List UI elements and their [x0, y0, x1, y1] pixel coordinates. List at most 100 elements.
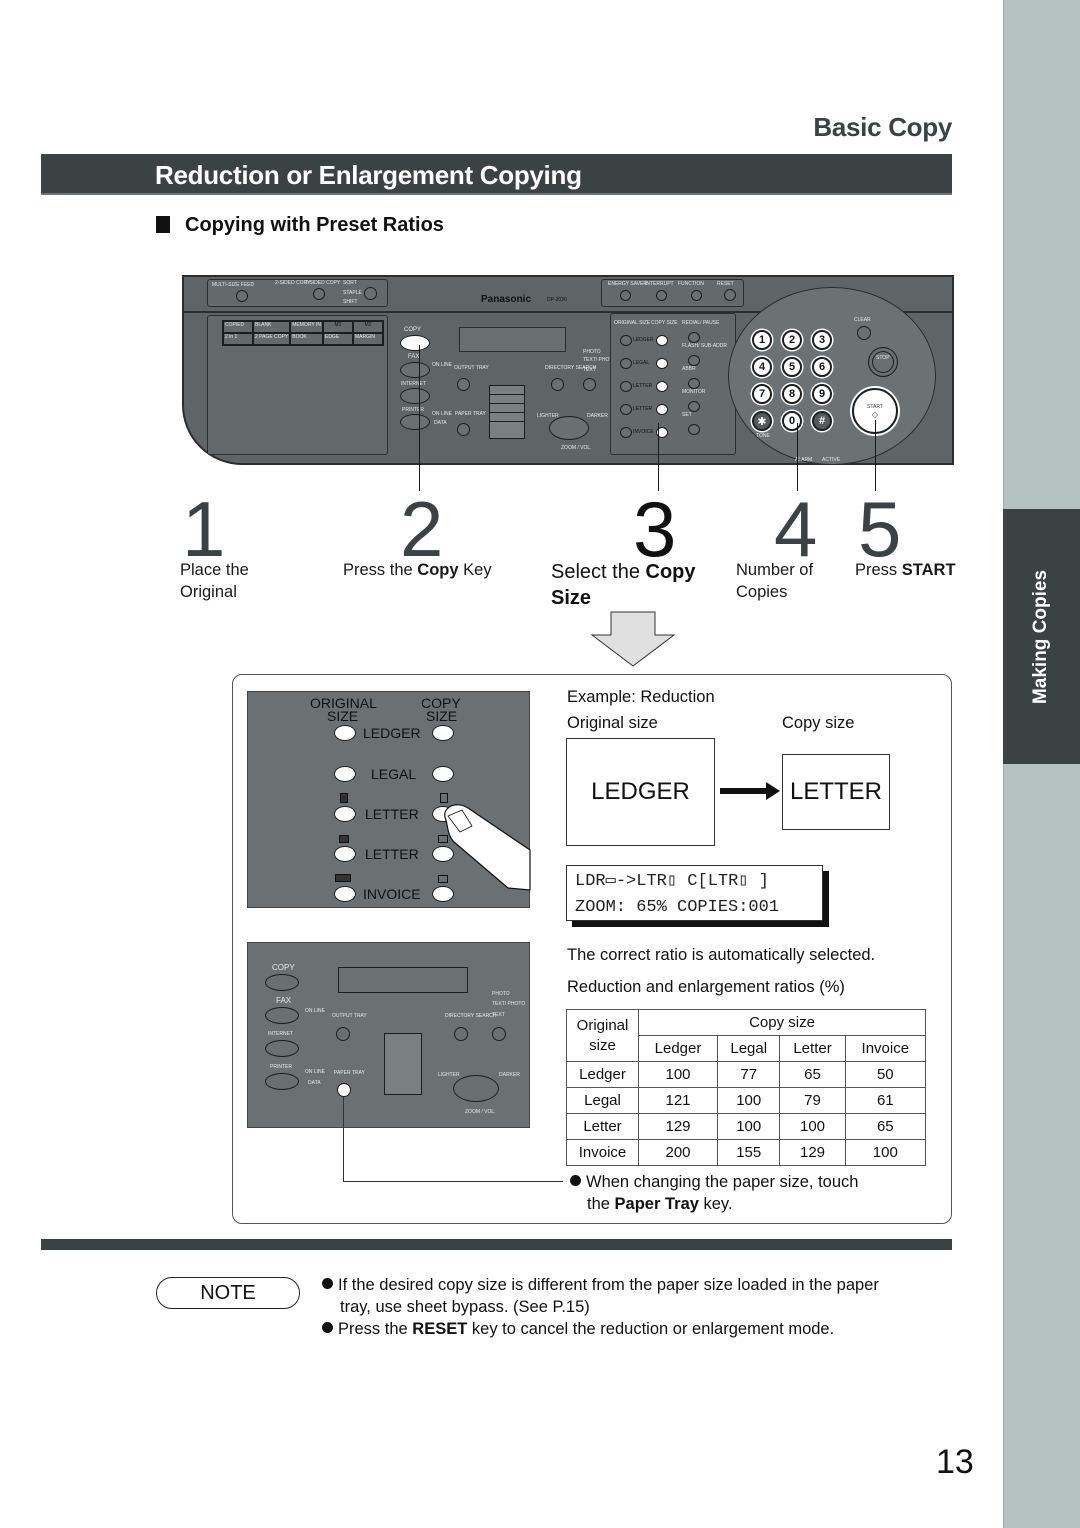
ratio-cell: 100	[717, 1113, 781, 1140]
brand-logo: Panasonic	[481, 294, 532, 305]
printer-online-label: ON LINE	[432, 411, 453, 417]
photo-label: PHOTO	[583, 349, 601, 355]
ratio-cell: 100	[779, 1113, 846, 1140]
one-sided-label: 1-SIDED COPY	[305, 280, 341, 286]
step-2-pre: Press the	[343, 561, 418, 579]
function-label: FUNCTION	[678, 281, 704, 287]
ratio-table-body: Ledger 100 77 65 50 Legal 121 100 79 61 Letter 129 1…	[566, 1061, 927, 1166]
paper-portrait-icon	[340, 793, 348, 803]
example-copy-label: Copy size	[782, 714, 855, 732]
sp-photo-label: PHOTO	[492, 991, 510, 997]
sp-fax-key	[265, 1007, 299, 1024]
reset-key	[724, 289, 736, 301]
model-label: DP-2030	[547, 297, 567, 303]
step-2-number: 2	[400, 485, 444, 573]
original-legal-key	[334, 766, 356, 782]
note-item-2: Press the RESET key to cancel the reduct…	[322, 1318, 834, 1340]
sp-directory-key	[454, 1027, 468, 1041]
note-1-line2: tray, use sheet bypass. (See P.15)	[340, 1298, 590, 1316]
letter-label: LETTER	[365, 806, 419, 822]
sp-paper-tray-label: PAPER TRAY	[334, 1070, 365, 1076]
sp-directory-label: DIRECTORY SEARCH	[445, 1013, 497, 1019]
key-6: 6	[812, 357, 832, 377]
right-arrow-icon	[720, 788, 770, 794]
row-label: Letter	[566, 1113, 639, 1140]
copy-size-label2: SIZE	[426, 708, 458, 724]
sp-copy-label: COPY	[272, 963, 295, 972]
tone-label: TONE	[756, 433, 770, 439]
ratio-cell: 200	[637, 1139, 719, 1166]
side-strip	[1003, 0, 1080, 1528]
key-3: 3	[812, 330, 832, 350]
monitor-key	[688, 401, 700, 412]
step-3-number: 3	[633, 485, 677, 573]
sp-printer-key	[265, 1073, 299, 1090]
step-3-label: Select the Copy Size	[551, 559, 696, 611]
sp-output-tray-key	[336, 1027, 350, 1041]
lcd-display: LDR▭->LTR▯ C[LTR▯ ] ZOOM: 65% COPIES:001	[566, 865, 823, 921]
bullet-icon	[322, 1322, 333, 1333]
ratio-cell: 79	[779, 1087, 846, 1114]
row-label: Ledger	[566, 1061, 639, 1088]
paper-tray-callout-vertical	[343, 1097, 344, 1181]
paper-invoice-icon	[335, 874, 351, 882]
original-size-label: ORIGINAL SIZE	[614, 320, 651, 326]
sp-copier-icon	[384, 1033, 422, 1095]
original-letter-r-key	[334, 846, 356, 862]
example-original-box: LEDGER	[566, 738, 715, 846]
m2-key: M2	[352, 321, 383, 333]
ratio-cell: 65	[844, 1113, 927, 1140]
sort-label: SORT	[343, 280, 357, 286]
output-tray-label: OUTPUT TRAY	[454, 365, 489, 371]
right-arrow-head-icon	[766, 782, 780, 800]
key-4: 4	[752, 357, 772, 377]
density-dial	[549, 416, 589, 440]
callout-keypad	[797, 423, 798, 491]
copy-label: COPY	[404, 327, 422, 333]
lcd-line-2: ZOOM: 65% COPIES:001	[575, 898, 780, 917]
printer-key	[400, 414, 430, 430]
sp-lighter-label: LIGHTER	[438, 1072, 460, 1078]
step-2-post: Key	[458, 561, 492, 579]
copy-legal-key	[432, 766, 454, 782]
flash-key	[688, 355, 700, 366]
margin-key: MARGIN	[352, 333, 383, 345]
sort-key	[364, 287, 377, 300]
paper-tray-callout-horizontal	[343, 1181, 563, 1182]
ratio-table-corner: Original size	[566, 1009, 639, 1062]
sp-data-label: DATA	[308, 1080, 321, 1086]
down-arrow-icon	[590, 611, 676, 667]
legal-label: LEGAL	[371, 766, 417, 782]
section-title: Reduction or Enlargement Copying	[155, 160, 582, 190]
paper-tray-note: When changing the paper size, touch	[570, 1171, 858, 1193]
sp-printer-online: ON LINE	[305, 1069, 326, 1075]
sp-density-dial	[453, 1075, 499, 1102]
sp-darker-label: DARKER	[499, 1072, 520, 1078]
sp-text-label: TEXT	[492, 1012, 505, 1018]
step-5-bold: START	[901, 561, 956, 579]
key-8: 8	[782, 384, 802, 404]
staple-label: STAPLE	[343, 290, 362, 296]
energy-saver-label: ENERGY SAVER	[608, 281, 647, 287]
printer-label: PRINTER	[402, 407, 424, 413]
paper-landscape-icon	[339, 835, 349, 843]
memory-in-key: MEMORY IN	[290, 321, 323, 333]
column-header: Ledger	[637, 1035, 719, 1062]
sp-fax-label: FAX	[276, 996, 292, 1005]
paper-tray-note-line2: the Paper Tray key.	[587, 1193, 733, 1215]
sp-text-photo-label: TEXT/ PHOTO	[492, 1001, 526, 1007]
sp-quality-key	[492, 1027, 506, 1041]
pt-post: key.	[698, 1195, 733, 1213]
directory-search-key	[551, 378, 564, 391]
fax-key	[400, 362, 430, 378]
invoice-label: INVOICE	[363, 886, 421, 902]
subsection-title: Copying with Preset Ratios	[185, 214, 444, 236]
clear-key	[857, 326, 871, 340]
multi-size-feed-label: MULTI-SIZE FEED	[212, 282, 255, 288]
copy-size-header: Copy size	[638, 1009, 926, 1036]
letter-r-label: LETTER	[365, 846, 419, 862]
example-copy-box: LETTER	[782, 754, 890, 830]
key-1: 1	[752, 330, 772, 350]
step-4-number: 4	[774, 485, 818, 573]
step-5-number: 5	[858, 485, 902, 573]
